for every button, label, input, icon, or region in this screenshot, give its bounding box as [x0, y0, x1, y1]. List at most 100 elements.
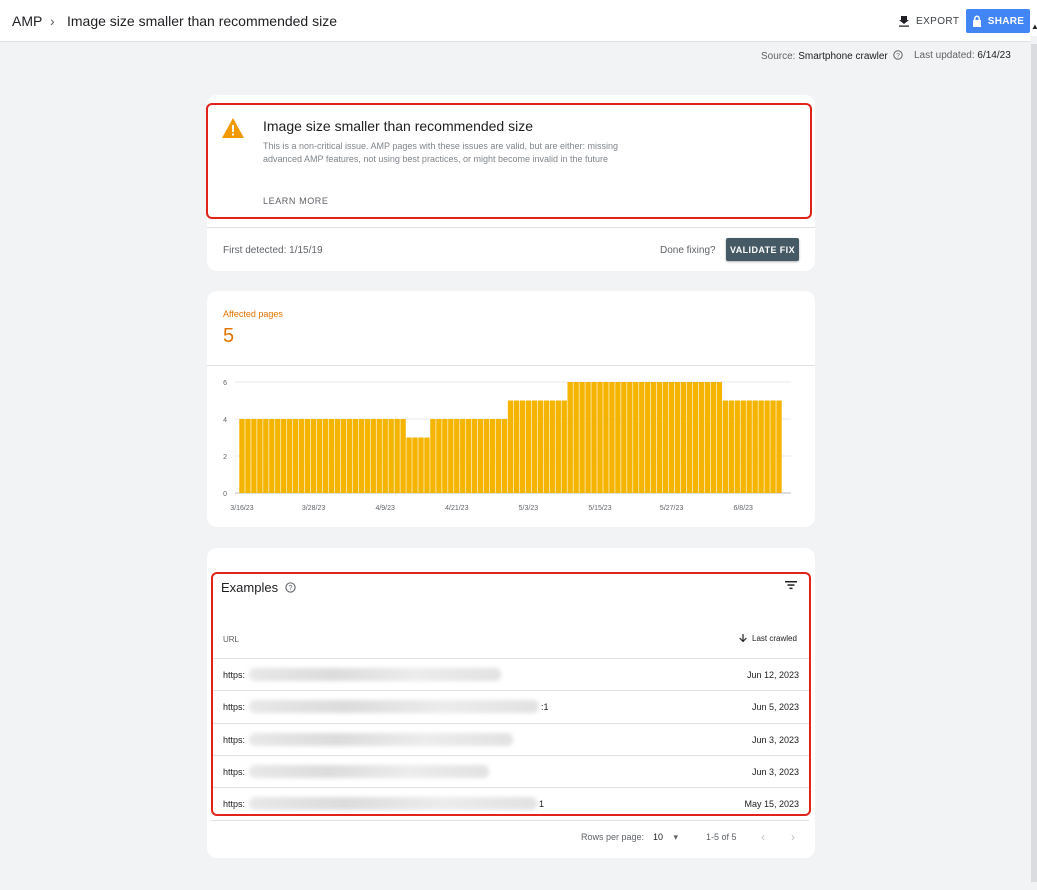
- chart-bar[interactable]: [740, 400, 746, 494]
- export-button[interactable]: EXPORT: [898, 12, 959, 30]
- chart-bar[interactable]: [537, 400, 544, 494]
- chart-bar[interactable]: [680, 382, 687, 493]
- chart-bar[interactable]: [674, 382, 681, 493]
- column-header-last-crawled[interactable]: Last crawled: [739, 634, 797, 643]
- chart-bar[interactable]: [603, 382, 609, 493]
- chart-bar[interactable]: [531, 400, 538, 494]
- chart-bar[interactable]: [728, 400, 734, 494]
- chart-bar[interactable]: [609, 382, 615, 493]
- chart-bar[interactable]: [328, 419, 335, 493]
- chart-bar[interactable]: [752, 400, 758, 494]
- chart-bar[interactable]: [776, 400, 782, 494]
- chart-bar[interactable]: [442, 419, 448, 493]
- chart-bar[interactable]: [591, 382, 597, 493]
- chart-bar[interactable]: [334, 419, 341, 493]
- chart-bar[interactable]: [310, 419, 317, 493]
- table-row[interactable]: https::1 Jun 5, 2023: [211, 690, 809, 722]
- chart-bar[interactable]: [639, 382, 645, 493]
- filter-icon[interactable]: [785, 580, 797, 590]
- chart-bar[interactable]: [418, 437, 424, 494]
- chart-bar[interactable]: [525, 400, 532, 494]
- chart-bar[interactable]: [382, 419, 388, 493]
- chart-bar[interactable]: [507, 400, 514, 494]
- chart-bar[interactable]: [710, 382, 717, 493]
- chart-bar[interactable]: [340, 419, 347, 493]
- chart-bar[interactable]: [519, 400, 526, 494]
- chart-bar[interactable]: [424, 437, 430, 494]
- chart-bar[interactable]: [275, 419, 281, 493]
- chart-bar[interactable]: [561, 400, 567, 494]
- chart-bar[interactable]: [239, 419, 245, 493]
- table-row[interactable]: https: Jun 3, 2023: [211, 754, 809, 787]
- chart-bar[interactable]: [704, 382, 711, 493]
- chart-bar[interactable]: [501, 419, 508, 493]
- rows-per-page-select[interactable]: 10 ▾: [653, 832, 678, 843]
- chart-bar[interactable]: [412, 437, 418, 494]
- chart-bar[interactable]: [722, 400, 728, 494]
- share-button[interactable]: SHARE: [966, 9, 1030, 33]
- chart-bar[interactable]: [543, 400, 549, 494]
- chart-bar[interactable]: [758, 400, 764, 494]
- chart-bar[interactable]: [388, 419, 394, 493]
- chart-bar[interactable]: [477, 419, 484, 493]
- chart-bar[interactable]: [746, 400, 752, 494]
- chart-bar[interactable]: [483, 419, 490, 493]
- chart-bar[interactable]: [316, 419, 323, 493]
- chart-bar[interactable]: [555, 400, 561, 494]
- chart-bar[interactable]: [454, 419, 460, 493]
- chart-bar[interactable]: [651, 382, 657, 493]
- chart-bar[interactable]: [400, 419, 406, 493]
- chart-bar[interactable]: [370, 419, 376, 493]
- chart-bar[interactable]: [287, 419, 293, 493]
- chart-bar[interactable]: [597, 382, 603, 493]
- chart-bar[interactable]: [358, 419, 365, 493]
- chart-bar[interactable]: [549, 400, 555, 494]
- previous-page-icon[interactable]: ‹: [761, 830, 765, 844]
- chart-bar[interactable]: [406, 437, 412, 494]
- table-row[interactable]: https: Jun 12, 2023: [211, 658, 809, 690]
- chart-bar[interactable]: [567, 382, 573, 493]
- chart-bar[interactable]: [686, 382, 693, 493]
- chart-bar[interactable]: [627, 382, 633, 493]
- chart-bar[interactable]: [645, 382, 651, 493]
- chart-bar[interactable]: [698, 382, 705, 493]
- chart-bar[interactable]: [764, 400, 770, 494]
- chart-bar[interactable]: [615, 382, 621, 493]
- validate-fix-button[interactable]: VALIDATE FIX: [726, 238, 799, 261]
- chart-bar[interactable]: [322, 419, 329, 493]
- scrollbar-thumb[interactable]: [1031, 44, 1037, 882]
- chart-bar[interactable]: [579, 382, 585, 493]
- chart-bar[interactable]: [472, 419, 478, 493]
- chart-bar[interactable]: [304, 419, 311, 493]
- scroll-up-arrow[interactable]: ▲: [1031, 22, 1037, 31]
- chart-bar[interactable]: [495, 419, 502, 493]
- chart-bar[interactable]: [633, 382, 639, 493]
- chart-bar[interactable]: [448, 419, 454, 493]
- chart-bar[interactable]: [269, 419, 275, 493]
- chart-bar[interactable]: [364, 419, 370, 493]
- chart-bar[interactable]: [734, 400, 740, 494]
- chart-bar[interactable]: [513, 400, 520, 494]
- chart-bar[interactable]: [281, 419, 287, 493]
- chart-bar[interactable]: [346, 419, 353, 493]
- chart-bar[interactable]: [460, 419, 466, 493]
- chart-bar[interactable]: [489, 419, 496, 493]
- chart-bar[interactable]: [585, 382, 591, 493]
- chart-bar[interactable]: [293, 419, 299, 493]
- chart-bar[interactable]: [245, 419, 251, 493]
- chart-bar[interactable]: [573, 382, 579, 493]
- chart-bar[interactable]: [716, 382, 723, 493]
- chart-bar[interactable]: [436, 419, 442, 493]
- chart-bar[interactable]: [394, 419, 400, 493]
- chart-bar[interactable]: [692, 382, 699, 493]
- learn-more-link[interactable]: LEARN MORE: [263, 196, 329, 206]
- chart-bar[interactable]: [770, 400, 776, 494]
- chart-bar[interactable]: [251, 419, 257, 493]
- chart-bar[interactable]: [298, 419, 305, 493]
- chart-bar[interactable]: [466, 419, 472, 493]
- help-icon[interactable]: ?: [892, 50, 903, 60]
- chart-bar[interactable]: [376, 419, 382, 493]
- breadcrumb-amp[interactable]: AMP: [12, 13, 42, 29]
- scrollbar[interactable]: [1031, 36, 1037, 890]
- table-row[interactable]: https: 1 May 15, 2023: [211, 787, 809, 819]
